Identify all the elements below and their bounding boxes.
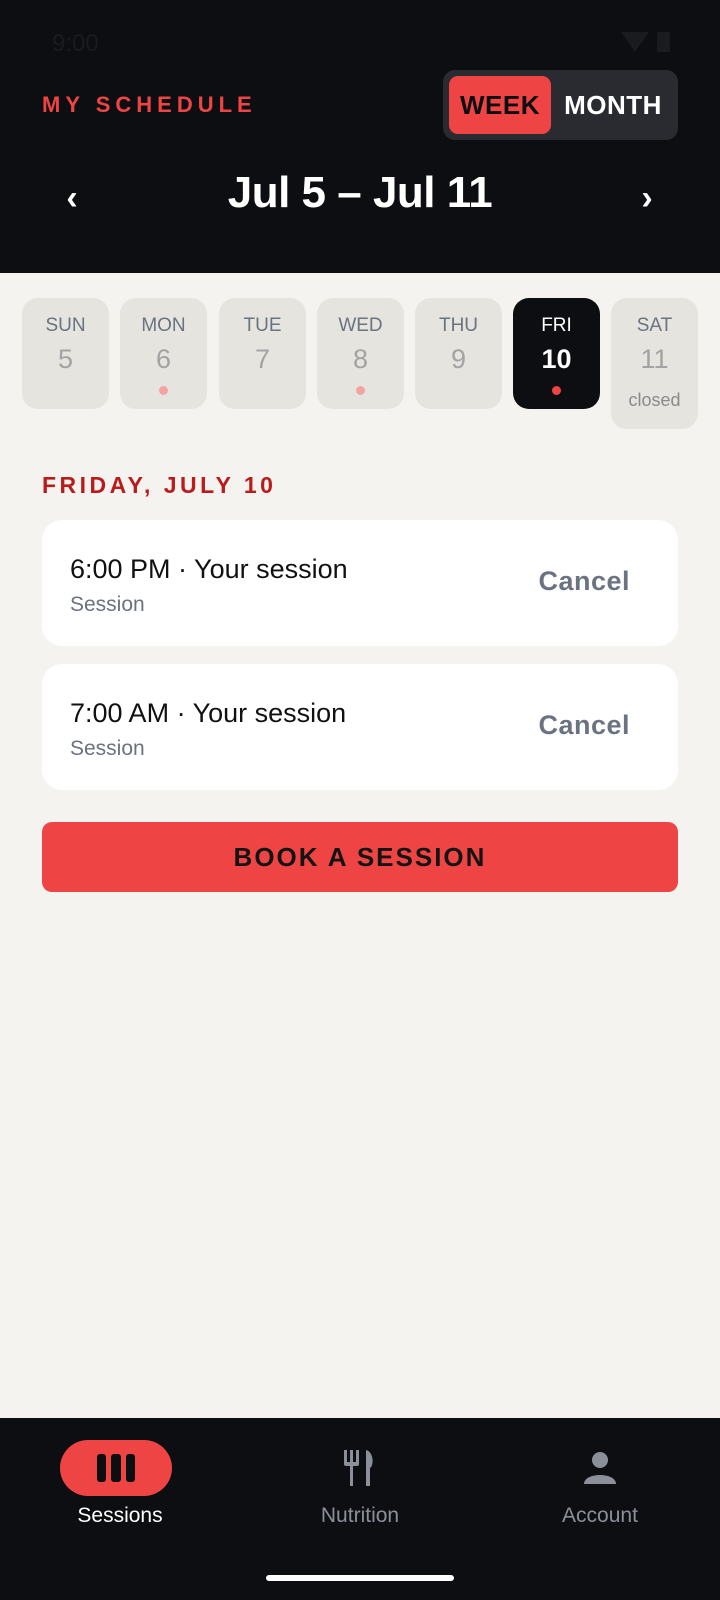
day-sat[interactable]: SAT 11 closed xyxy=(611,298,698,429)
session-title: 7:00 AM · Your session xyxy=(70,698,347,728)
day-name: MON xyxy=(141,315,186,336)
day-thu[interactable]: THU 9 xyxy=(415,298,502,409)
active-indicator xyxy=(60,1440,172,1496)
tab-sessions[interactable]: Sessions xyxy=(0,1418,240,1558)
book-session-button[interactable]: BOOK A SESSION xyxy=(42,822,678,892)
day-tue[interactable]: TUE 7 xyxy=(219,298,306,409)
day-number: 8 xyxy=(352,344,369,374)
day-name: THU xyxy=(438,315,479,336)
wifi-icon xyxy=(621,32,649,52)
day-number: 9 xyxy=(450,344,467,374)
battery-icon xyxy=(657,32,670,52)
status-time: 9:00 xyxy=(52,30,99,57)
day-number: 11 xyxy=(640,344,669,374)
day-name: TUE xyxy=(243,315,282,336)
date-range: Jul 5 – Jul 11 xyxy=(227,168,493,217)
page-title: MY SCHEDULE xyxy=(42,92,257,117)
tab-label: Sessions xyxy=(77,1504,163,1527)
status-icons xyxy=(621,32,670,52)
day-name: SAT xyxy=(636,315,673,336)
cancel-button[interactable]: Cancel xyxy=(538,710,630,741)
day-sun[interactable]: SUN 5 xyxy=(22,298,109,409)
day-name: SUN xyxy=(45,315,86,336)
chevron-right-icon[interactable]: › xyxy=(627,178,667,218)
day-number: 5 xyxy=(57,344,74,374)
day-number: 6 xyxy=(155,344,172,374)
home-indicator xyxy=(266,1575,454,1581)
session-dot xyxy=(552,386,561,395)
sessions-icon xyxy=(97,1454,135,1482)
selected-day-title: FRIDAY, JULY 10 xyxy=(42,472,277,498)
bottom-nav: Sessions Nutrition Account xyxy=(0,1418,720,1600)
closed-label: closed xyxy=(628,390,681,410)
session-card: 6:00 PM · Your session Session Cancel xyxy=(42,520,678,646)
tab-label: Account xyxy=(562,1504,638,1527)
day-name: FRI xyxy=(541,315,572,336)
session-dot xyxy=(159,386,168,395)
view-toggle: WEEK MONTH xyxy=(443,70,678,140)
day-mon[interactable]: MON 6 xyxy=(120,298,207,409)
session-title: 6:00 PM · Your session xyxy=(70,554,348,584)
toggle-month[interactable]: MONTH xyxy=(555,76,671,134)
day-number: 7 xyxy=(254,344,271,374)
person-icon xyxy=(584,1452,616,1484)
day-name: WED xyxy=(338,315,383,336)
session-card: 7:00 AM · Your session Session Cancel xyxy=(42,664,678,790)
day-fri[interactable]: FRI 10 xyxy=(513,298,600,409)
tab-nutrition[interactable]: Nutrition xyxy=(240,1418,480,1558)
session-dot xyxy=(356,386,365,395)
toggle-week[interactable]: WEEK xyxy=(449,76,551,134)
header: 9:00 MY SCHEDULE WEEK MONTH ‹ Jul 5 – Ju… xyxy=(0,0,720,273)
session-subtitle: Session xyxy=(70,593,145,616)
cancel-button[interactable]: Cancel xyxy=(538,566,630,597)
day-wed[interactable]: WED 8 xyxy=(317,298,404,409)
session-subtitle: Session xyxy=(70,737,145,760)
tab-label: Nutrition xyxy=(320,1504,400,1527)
fork-knife-icon xyxy=(344,1450,373,1486)
chevron-left-icon[interactable]: ‹ xyxy=(52,178,92,218)
tab-account[interactable]: Account xyxy=(480,1418,720,1558)
day-number: 10 xyxy=(541,344,572,374)
